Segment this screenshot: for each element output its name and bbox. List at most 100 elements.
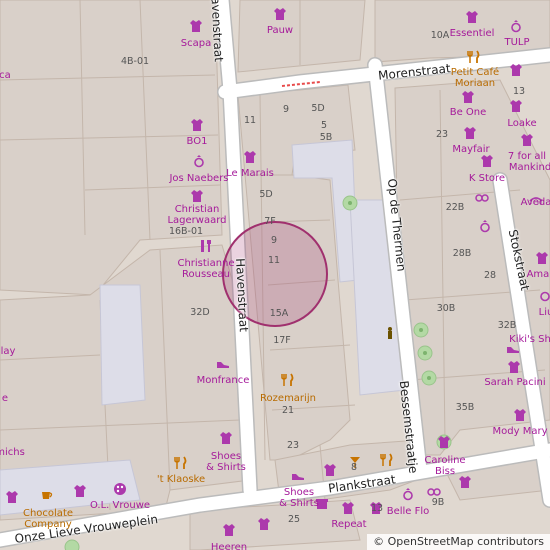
poi-christianne-2[interactable]: Rousseau bbox=[182, 269, 230, 280]
poi-loake[interactable]: Loake bbox=[507, 118, 536, 129]
building-block bbox=[237, 0, 366, 73]
clothes-icon[interactable] bbox=[480, 154, 494, 168]
poi-shoes-shirts-2b[interactable]: & Shirts bbox=[279, 498, 319, 509]
poi-k-store[interactable]: K Store bbox=[469, 173, 505, 184]
poi-heeren[interactable]: Heeren bbox=[211, 542, 247, 550]
poi-rozemarijn[interactable]: Rozemarijn bbox=[260, 393, 316, 404]
map-view[interactable]: Morenstraat Havenstraat Havenstraat Op d… bbox=[0, 0, 550, 550]
clothes-icon[interactable] bbox=[513, 408, 527, 422]
poi-christian-1[interactable]: Christian bbox=[175, 204, 220, 215]
poi-be-one[interactable]: Be One bbox=[450, 107, 487, 118]
clothes-icon[interactable] bbox=[461, 90, 475, 104]
housenumber: 32D bbox=[190, 307, 210, 318]
poi-shoes-shirts-1a[interactable]: Shoes bbox=[211, 451, 241, 462]
poi-bo1[interactable]: BO1 bbox=[187, 136, 208, 147]
housenumber: 23 bbox=[435, 129, 449, 140]
optician-icon[interactable] bbox=[475, 190, 489, 204]
clothes-icon[interactable] bbox=[189, 19, 203, 33]
poi-ca-left[interactable]: ca bbox=[0, 70, 11, 81]
restaurant-icon[interactable] bbox=[467, 50, 481, 64]
hairdresser-icon[interactable] bbox=[199, 239, 213, 253]
housenumber: 9B bbox=[431, 497, 445, 508]
housenumber: 15A bbox=[269, 308, 289, 319]
housenumber: 5D bbox=[311, 103, 325, 114]
poi-shoes-shirts-1b[interactable]: & Shirts bbox=[206, 462, 246, 473]
poi-t-klaoske[interactable]: 't Klaoske bbox=[157, 474, 205, 485]
clothes-icon[interactable] bbox=[257, 517, 271, 531]
jewelry-icon[interactable] bbox=[401, 487, 415, 501]
jewelry-icon[interactable] bbox=[192, 154, 206, 168]
housenumber: 9 bbox=[282, 104, 290, 115]
poi-tulp[interactable]: TULP bbox=[504, 37, 529, 48]
clothes-icon[interactable] bbox=[222, 523, 236, 537]
poi-le-marais[interactable]: Le Marais bbox=[226, 168, 274, 179]
clothes-icon[interactable] bbox=[465, 10, 479, 24]
clothes-icon[interactable] bbox=[273, 7, 287, 21]
poi-monfrance[interactable]: Monfrance bbox=[197, 375, 250, 386]
jewelry-icon[interactable] bbox=[478, 219, 492, 233]
poi-michs-left[interactable]: michs bbox=[0, 447, 25, 458]
poi-shoes-shirts-2a[interactable]: Shoes bbox=[284, 487, 314, 498]
housenumber: 21 bbox=[281, 405, 295, 416]
poi-repeat[interactable]: Repeat bbox=[331, 519, 366, 530]
poi-clay-left[interactable]: lay bbox=[1, 346, 16, 357]
clothes-icon[interactable] bbox=[509, 63, 523, 77]
optician-icon[interactable] bbox=[427, 484, 441, 498]
clothes-icon[interactable] bbox=[190, 189, 204, 203]
housenumber: 32B bbox=[497, 320, 517, 331]
shoes-icon[interactable] bbox=[291, 469, 305, 483]
clothes-icon[interactable] bbox=[509, 99, 523, 113]
shoes-icon[interactable] bbox=[216, 357, 230, 371]
clothes-icon[interactable] bbox=[243, 150, 257, 164]
restaurant-icon[interactable] bbox=[174, 456, 188, 470]
poi-chocolate-2[interactable]: Company bbox=[24, 519, 72, 530]
poi-caroline-1[interactable]: Caroline bbox=[424, 455, 465, 466]
poi-pauw[interactable]: Pauw bbox=[267, 25, 293, 36]
copyright-symbol: © bbox=[373, 535, 385, 548]
poi-christian-2[interactable]: Lagerwaard bbox=[167, 215, 226, 226]
poi-jos-naebers[interactable]: Jos Naebers bbox=[169, 173, 228, 184]
restaurant-icon[interactable] bbox=[380, 453, 394, 467]
poi-chocolate-1[interactable]: Chocolate bbox=[23, 508, 73, 519]
clothes-icon[interactable] bbox=[458, 475, 472, 489]
drinking-water-icon[interactable] bbox=[383, 326, 397, 340]
clothes-icon[interactable] bbox=[437, 435, 451, 449]
poi-sarah-pacini[interactable]: Sarah Pacini bbox=[484, 377, 545, 388]
clothes-icon[interactable] bbox=[219, 431, 233, 445]
clothes-icon[interactable] bbox=[5, 490, 19, 504]
restaurant-icon[interactable] bbox=[281, 373, 295, 387]
poi-petit-cafe-2[interactable]: Moriaan bbox=[455, 78, 495, 89]
cafe-icon[interactable] bbox=[40, 488, 54, 502]
osm-contributors-link[interactable]: OpenStreetMap contributors bbox=[388, 535, 544, 548]
poi-liu[interactable]: Liu bbox=[539, 307, 550, 318]
poi-mayfair[interactable]: Mayfair bbox=[452, 144, 489, 155]
poi-7-for-all-1[interactable]: 7 for all bbox=[508, 151, 546, 162]
poi-ol-vrouwe[interactable]: O.L. Vrouwe bbox=[90, 500, 150, 511]
poi-e-left[interactable]: e bbox=[2, 393, 8, 404]
poi-belle-flo[interactable]: Belle Flo bbox=[387, 506, 430, 517]
poi-petit-cafe-1[interactable]: Petit Café bbox=[451, 67, 499, 78]
jewelry-icon[interactable] bbox=[509, 19, 523, 33]
poi-mody-mary[interactable]: Mody Mary bbox=[493, 426, 548, 437]
clothes-icon[interactable] bbox=[190, 118, 204, 132]
poi-christianne-1[interactable]: Christianne bbox=[177, 258, 234, 269]
clothes-icon[interactable] bbox=[520, 133, 534, 147]
poi-kikis[interactable]: Kiki's Sh bbox=[509, 334, 550, 345]
poi-7-for-all-2[interactable]: Mankind bbox=[509, 162, 550, 173]
poi-aveda[interactable]: Aveda bbox=[521, 197, 550, 208]
clothes-icon[interactable] bbox=[507, 360, 521, 374]
jewelry-icon[interactable] bbox=[538, 288, 550, 302]
clothes-icon[interactable] bbox=[73, 484, 87, 498]
poi-essentiel[interactable]: Essentiel bbox=[450, 28, 495, 39]
poi-amare[interactable]: Amar bbox=[527, 269, 550, 280]
housenumber: 23 bbox=[286, 440, 300, 451]
clothes-icon[interactable] bbox=[323, 463, 337, 477]
housenumber: 28B bbox=[452, 248, 472, 259]
clothes-icon[interactable] bbox=[535, 251, 549, 265]
poi-scapa[interactable]: Scapa bbox=[181, 38, 211, 49]
clothes-icon[interactable] bbox=[463, 126, 477, 140]
poi-caroline-2[interactable]: Biss bbox=[435, 466, 455, 477]
clothes-icon[interactable] bbox=[341, 501, 355, 515]
housenumber: 13 bbox=[512, 86, 526, 97]
art-icon[interactable] bbox=[113, 482, 127, 496]
